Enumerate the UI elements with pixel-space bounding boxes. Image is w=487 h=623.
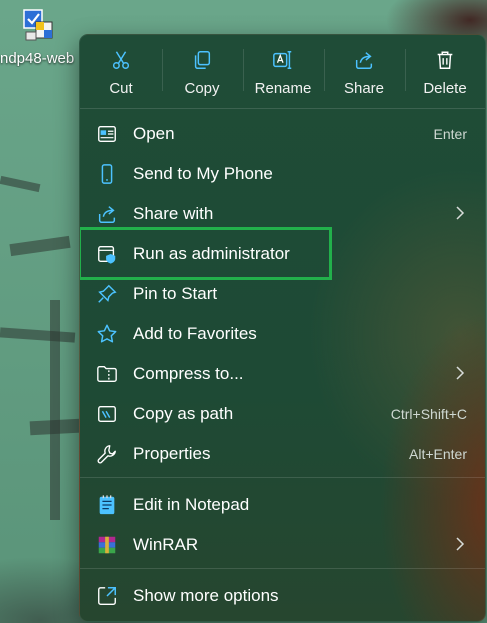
open-icon xyxy=(96,123,118,145)
menu-item-label: Pin to Start xyxy=(133,284,218,303)
rename-label: Rename xyxy=(254,80,312,97)
menu-item-label: Open xyxy=(133,124,175,143)
desktop-icon-label: ndp48-web xyxy=(0,50,75,67)
menu-item-shortcut: Enter xyxy=(433,126,467,142)
menu-item-label: Edit in Notepad xyxy=(133,495,250,514)
menu-item-label: Compress to... xyxy=(133,364,244,383)
menu-item-shortcut: Ctrl+Shift+C xyxy=(390,406,467,422)
chevron-right-icon xyxy=(456,537,465,551)
more-options-icon xyxy=(96,585,118,607)
menu-item-copy-as-path[interactable]: Copy as path Ctrl+Shift+C xyxy=(80,395,485,433)
menu-item-label: Show more options xyxy=(133,586,279,605)
share-with-icon xyxy=(96,203,118,225)
menu-item-label: WinRAR xyxy=(133,535,199,554)
menu-item-winrar[interactable]: WinRAR xyxy=(80,526,485,564)
delete-button[interactable]: Delete xyxy=(405,45,485,103)
chevron-right-icon xyxy=(456,366,465,380)
installer-icon xyxy=(22,8,56,44)
menu-item-show-more-options[interactable]: Show more options xyxy=(80,577,485,615)
menu-divider xyxy=(80,108,485,109)
star-icon xyxy=(96,323,118,345)
menu-item-label: Send to My Phone xyxy=(133,164,273,183)
wrench-icon xyxy=(96,443,118,465)
share-icon xyxy=(355,52,373,69)
pin-icon xyxy=(96,283,118,305)
menu-item-label: Run as administrator xyxy=(133,244,290,263)
shield-icon xyxy=(96,243,118,265)
menu-item-label: Copy as path xyxy=(133,404,234,423)
wallpaper-stroke xyxy=(9,235,71,257)
cut-label: Cut xyxy=(109,80,133,97)
wallpaper-stroke xyxy=(0,175,41,193)
context-menu: Cut Copy Rename Share Delete Open Enter … xyxy=(79,34,486,622)
menu-divider xyxy=(80,568,485,569)
notepad-icon xyxy=(96,494,118,516)
menu-item-compress-to[interactable]: Compress to... xyxy=(80,355,485,393)
menu-item-shortcut: Alt+Enter xyxy=(409,446,467,462)
menu-item-pin-to-start[interactable]: Pin to Start xyxy=(80,275,485,313)
scissors-icon xyxy=(112,51,130,69)
menu-item-properties[interactable]: Properties Alt+Enter xyxy=(80,435,485,473)
menu-item-label: Properties xyxy=(133,444,211,463)
menu-item-label: Share with xyxy=(133,204,214,223)
share-label: Share xyxy=(343,80,385,97)
copy-path-icon xyxy=(96,403,118,425)
rename-icon xyxy=(273,51,292,69)
menu-divider xyxy=(80,477,485,478)
delete-label: Delete xyxy=(423,80,467,97)
menu-item-label: Add to Favorites xyxy=(133,324,257,343)
copy-button[interactable]: Copy xyxy=(162,45,242,103)
folder-zip-icon xyxy=(96,363,118,385)
rename-button[interactable]: Rename xyxy=(243,45,323,103)
desktop-file-icon[interactable]: ndp48-web xyxy=(0,4,80,70)
menu-item-edit-in-notepad[interactable]: Edit in Notepad xyxy=(80,486,485,524)
menu-item-add-to-favorites[interactable]: Add to Favorites xyxy=(80,315,485,353)
cut-button[interactable]: Cut xyxy=(81,45,161,103)
copy-icon xyxy=(194,51,211,69)
menu-item-open[interactable]: Open Enter xyxy=(80,115,485,153)
share-button[interactable]: Share xyxy=(324,45,404,103)
menu-item-run-as-administrator[interactable]: Run as administrator xyxy=(80,235,485,273)
copy-label: Copy xyxy=(184,80,220,97)
menu-item-send-to-phone[interactable]: Send to My Phone xyxy=(80,155,485,193)
winrar-icon xyxy=(96,534,118,556)
chevron-right-icon xyxy=(456,206,465,220)
menu-item-share-with[interactable]: Share with xyxy=(80,195,485,233)
wallpaper-stroke xyxy=(50,300,60,520)
phone-icon xyxy=(96,163,118,185)
wallpaper-stroke xyxy=(0,327,76,343)
quick-actions-bar: Cut Copy Rename Share Delete xyxy=(80,35,485,107)
trash-icon xyxy=(437,51,453,69)
